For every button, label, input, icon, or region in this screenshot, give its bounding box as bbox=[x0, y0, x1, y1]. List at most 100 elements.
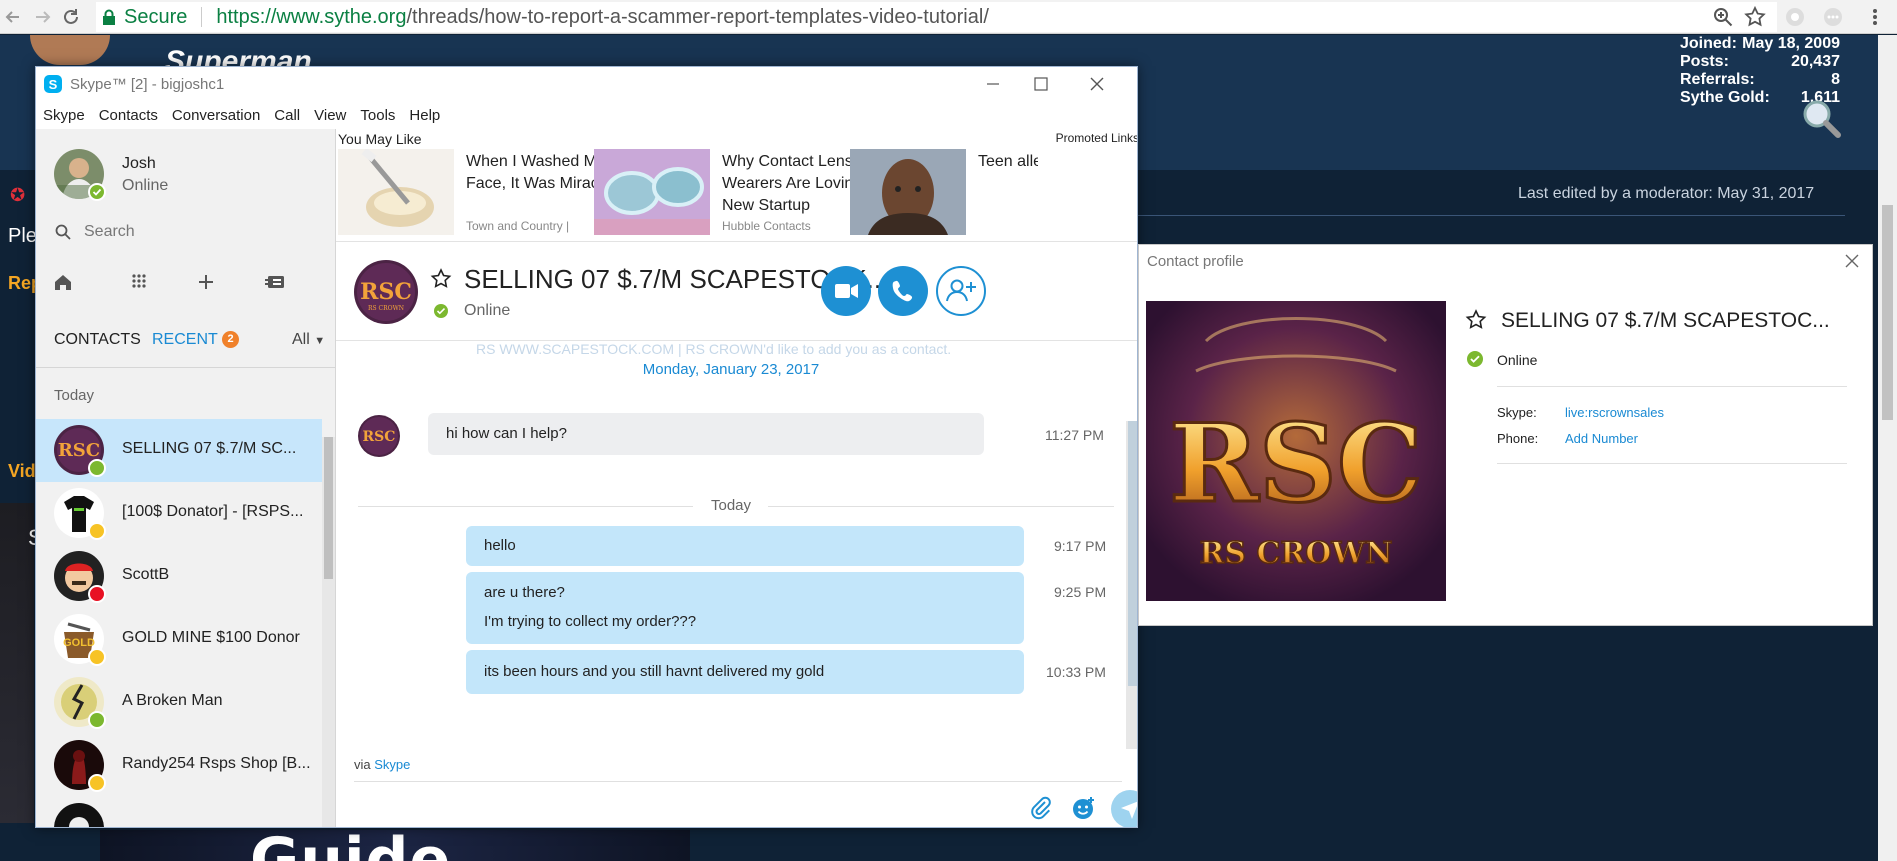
bookmark-star-icon[interactable] bbox=[1742, 4, 1768, 30]
window-titlebar[interactable]: S Skype™ [2] - bigjoshc1 bbox=[36, 67, 1137, 101]
list-item[interactable]: [100$ Donator] - [RSPS... bbox=[36, 482, 322, 545]
favorite-star-icon[interactable] bbox=[430, 268, 452, 290]
avatar[interactable]: RSC RS CROWN bbox=[354, 260, 418, 324]
message-text: I'm trying to collect my order??? bbox=[484, 613, 697, 630]
via-link[interactable]: Skype bbox=[374, 757, 410, 772]
page-scrollbar[interactable] bbox=[1878, 35, 1897, 861]
ad-item[interactable]: Teen allegedly murdered by abusive bbox=[850, 149, 1137, 237]
message-input[interactable] bbox=[354, 781, 1122, 782]
my-status[interactable]: Online bbox=[122, 177, 168, 195]
attach-icon[interactable] bbox=[1026, 793, 1056, 823]
address-bar[interactable]: Secure https://www.sythe.org /threads/ho… bbox=[96, 2, 1777, 32]
svg-text:S: S bbox=[49, 77, 58, 92]
video-thumbnail[interactable] bbox=[0, 503, 34, 823]
home-icon[interactable] bbox=[50, 269, 76, 295]
tab-recent[interactable]: RECENT bbox=[152, 331, 218, 349]
send-button[interactable] bbox=[1110, 789, 1137, 827]
list-item[interactable]: RSC SELLING 07 $.7/M SC... bbox=[36, 419, 322, 482]
svg-text:RSC: RSC bbox=[58, 440, 100, 461]
award-icon: ✪ bbox=[10, 185, 26, 205]
promoted-label[interactable]: Promoted Links bbox=[1056, 131, 1137, 145]
list-item[interactable]: A Broken Man bbox=[36, 671, 322, 734]
emoticon-icon[interactable] bbox=[1069, 793, 1099, 823]
messages-scrollbar[interactable] bbox=[1126, 421, 1137, 749]
magnifier-icon[interactable] bbox=[1800, 97, 1844, 141]
url-origin: https://www.sythe.org bbox=[216, 5, 407, 28]
message-text: hello bbox=[484, 537, 516, 554]
menu-tools[interactable]: Tools bbox=[360, 107, 395, 124]
menu-skype[interactable]: Skype bbox=[43, 107, 85, 124]
extension-icon[interactable] bbox=[1820, 4, 1846, 30]
divider bbox=[1497, 463, 1847, 464]
profile-picture: RSC RS CROWN bbox=[1146, 301, 1446, 601]
contacts-scrollbar[interactable] bbox=[322, 437, 335, 827]
contacts-sidebar: Josh Online Search CONTACTS RECENT 2 All… bbox=[36, 129, 336, 827]
add-icon[interactable] bbox=[193, 269, 219, 295]
message-bubble-outgoing[interactable]: hello bbox=[466, 526, 1024, 566]
conversation-status: Online bbox=[464, 302, 511, 319]
ad-banner: You May Like Promoted Links When I Washe… bbox=[336, 129, 1137, 241]
message-bubble-incoming[interactable]: hi how can I help? bbox=[428, 413, 984, 455]
stat-label: Posts: bbox=[1680, 53, 1729, 70]
profile-logo-text: RSC bbox=[1169, 401, 1423, 527]
window-title: Skype™ [2] - bigjoshc1 bbox=[70, 76, 225, 93]
menu-help[interactable]: Help bbox=[409, 107, 440, 124]
skype-logo-icon: S bbox=[44, 75, 62, 93]
list-item[interactable]: GOLD GOLD MINE $100 Donor bbox=[36, 608, 322, 671]
filter-label: All bbox=[292, 331, 310, 348]
close-icon[interactable] bbox=[1086, 73, 1108, 95]
message-time: 11:27 PM bbox=[1045, 427, 1104, 443]
contact-name: GOLD MINE $100 Donor bbox=[122, 629, 300, 646]
ad-item[interactable]: Why Contact Lens Wearers Are Loving This… bbox=[594, 149, 897, 237]
video-call-button[interactable] bbox=[821, 266, 871, 316]
avatar bbox=[54, 803, 104, 827]
avatar[interactable]: RSC bbox=[358, 415, 400, 457]
back-icon[interactable] bbox=[2, 4, 28, 30]
unread-badge: 2 bbox=[222, 331, 239, 348]
via-note: via Skype bbox=[354, 757, 410, 772]
list-item[interactable]: ScottB bbox=[36, 545, 322, 608]
messages-scrollbar-thumb[interactable] bbox=[1128, 421, 1137, 686]
tab-contacts[interactable]: CONTACTS bbox=[54, 331, 141, 349]
minimize-icon[interactable] bbox=[982, 73, 1004, 95]
list-item[interactable] bbox=[36, 797, 322, 827]
menu-contacts[interactable]: Contacts bbox=[99, 107, 158, 124]
add-participant-button[interactable] bbox=[936, 266, 986, 316]
address-separator bbox=[201, 7, 203, 27]
extension-icon[interactable] bbox=[1782, 4, 1808, 30]
message-bubble-outgoing[interactable]: its been hours and you still havnt deliv… bbox=[466, 650, 1024, 694]
forward-icon[interactable] bbox=[30, 4, 56, 30]
lock-icon bbox=[102, 9, 118, 25]
maximize-icon[interactable] bbox=[1030, 73, 1052, 95]
search-input[interactable]: Search bbox=[54, 217, 318, 247]
url-path: /threads/how-to-report-a-scammer-report-… bbox=[406, 5, 989, 28]
menu-conversation[interactable]: Conversation bbox=[172, 107, 260, 124]
search-placeholder: Search bbox=[84, 223, 135, 240]
list-item[interactable]: Randy254 Rsps Shop [B... bbox=[36, 734, 322, 797]
skype-id-value[interactable]: live:rscrownsales bbox=[1565, 405, 1664, 420]
stat-value: 20,437 bbox=[1791, 53, 1840, 70]
page-scrollbar-thumb[interactable] bbox=[1882, 205, 1893, 420]
ad-image bbox=[338, 149, 454, 235]
divider bbox=[1497, 386, 1847, 387]
contacts-card-icon[interactable] bbox=[262, 269, 288, 295]
conversation-header: RSC RS CROWN SELLING 07 $.7/M SCAPESTOCK.… bbox=[336, 241, 1137, 341]
dialpad-icon[interactable] bbox=[126, 269, 152, 295]
add-number-link[interactable]: Add Number bbox=[1565, 431, 1638, 446]
via-prefix: via bbox=[354, 757, 371, 772]
menu-call[interactable]: Call bbox=[274, 107, 300, 124]
filter-dropdown[interactable]: All ▼ bbox=[292, 331, 325, 349]
contacts-scrollbar-thumb[interactable] bbox=[324, 437, 333, 579]
message-bubble-outgoing[interactable]: are u there? I'm trying to collect my or… bbox=[466, 572, 1024, 644]
recent-list: RSC SELLING 07 $.7/M SC... [100$ Donator… bbox=[36, 419, 322, 827]
reload-icon[interactable] bbox=[58, 4, 84, 30]
close-icon[interactable] bbox=[1842, 251, 1862, 271]
menu-view[interactable]: View bbox=[314, 107, 346, 124]
favorite-star-icon[interactable] bbox=[1465, 309, 1487, 331]
audio-call-button[interactable] bbox=[878, 266, 928, 316]
menu-icon[interactable] bbox=[1862, 4, 1888, 30]
zoom-icon[interactable] bbox=[1710, 4, 1736, 30]
status-online-icon bbox=[88, 711, 106, 729]
compose-area: via Skype bbox=[336, 749, 1137, 827]
skype-id-label: Skype: bbox=[1497, 405, 1537, 420]
